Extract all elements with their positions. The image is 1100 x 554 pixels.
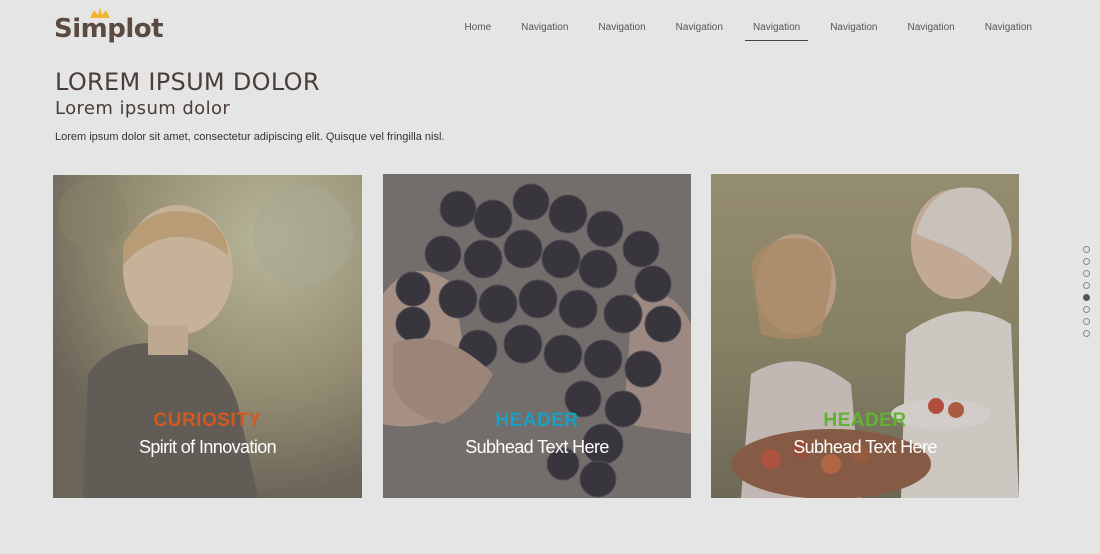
pager-dot[interactable] <box>1083 258 1090 265</box>
main-navigation: Home Navigation Navigation Navigation Na… <box>456 22 1040 41</box>
card-header: HEADER <box>495 410 579 431</box>
page-subtitle: Lorem ipsum dolor <box>55 98 231 119</box>
card-header: CURIOSITY <box>153 410 262 431</box>
card-header: HEADER <box>823 410 907 431</box>
card-subhead: Spirit of Innovation <box>138 437 277 457</box>
nav-item[interactable]: Navigation <box>822 22 885 34</box>
nav-item[interactable]: Navigation <box>513 22 576 34</box>
section-pager <box>1083 246 1090 342</box>
nav-item-active[interactable]: Navigation <box>744 22 809 41</box>
pager-dot[interactable] <box>1083 246 1090 253</box>
pager-dot[interactable] <box>1083 318 1090 325</box>
nav-item[interactable]: Navigation <box>899 22 962 34</box>
intro-text: Lorem ipsum dolor sit amet, consectetur … <box>55 131 445 143</box>
pager-dot[interactable] <box>1083 282 1090 289</box>
simplot-logo[interactable]: Simplot <box>54 6 164 46</box>
nav-item[interactable]: Navigation <box>590 22 653 34</box>
pager-dot[interactable] <box>1083 270 1090 277</box>
nav-item-home[interactable]: Home <box>456 22 499 34</box>
logo-wordmark: Simplot <box>54 14 164 44</box>
nav-item[interactable]: Navigation <box>668 22 731 34</box>
card-header-3[interactable]: HEADER Subhead Text Here <box>711 174 1019 498</box>
pager-dot[interactable] <box>1083 306 1090 313</box>
page-title: LOREM IPSUM DOLOR <box>55 68 320 96</box>
card-curiosity[interactable]: CURIOSITY Spirit of Innovation <box>53 175 362 498</box>
nav-item[interactable]: Navigation <box>977 22 1040 34</box>
card-header-2[interactable]: HEADER Subhead Text Here <box>383 174 691 498</box>
pager-dot[interactable] <box>1083 330 1090 337</box>
card-subhead: Subhead Text Here <box>793 437 937 457</box>
pager-dot-active[interactable] <box>1083 294 1090 301</box>
card-subhead: Subhead Text Here <box>465 437 609 457</box>
